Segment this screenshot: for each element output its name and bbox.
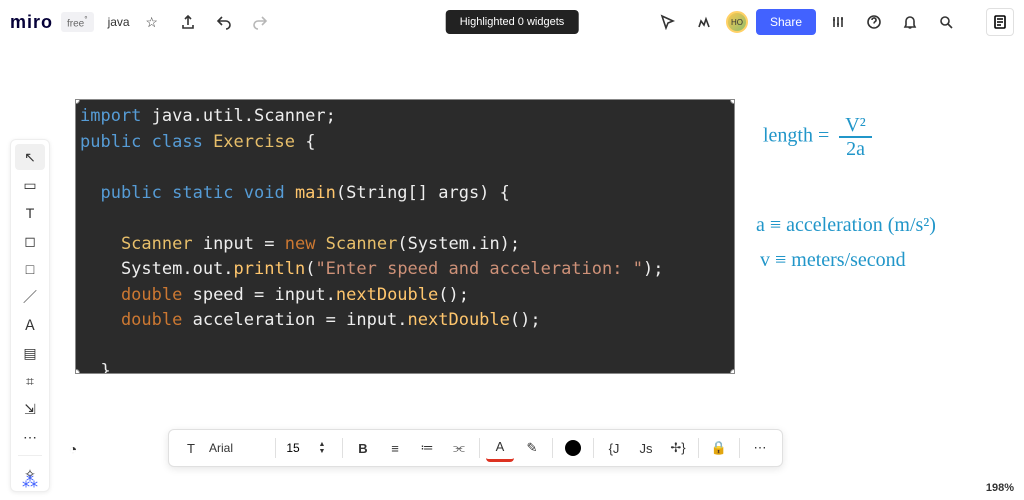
tool-sticky[interactable]: ◻	[15, 228, 45, 254]
fb-list-icon[interactable]: ≔	[413, 434, 441, 462]
tool-frame[interactable]: ⌗	[15, 368, 45, 394]
redo-icon[interactable]	[246, 8, 274, 36]
plan-badge[interactable]: free°	[61, 12, 94, 31]
format-toolbar: T 15 ▲▼ B ≡ ≔ ⫘ A ✎ {J Js ✢} 🔒 ⋯	[168, 429, 783, 467]
fb-code1[interactable]: {J	[600, 434, 628, 462]
bell-icon[interactable]	[896, 8, 924, 36]
tool-shape[interactable]: □	[15, 256, 45, 282]
tool-more[interactable]: ⋯	[15, 424, 45, 450]
board-name[interactable]: java	[108, 15, 130, 29]
fb-size[interactable]: 15	[282, 441, 304, 455]
spinner-icon: ◔	[58, 436, 88, 462]
fb-lock-icon[interactable]: 🔒	[705, 434, 733, 462]
resize-handle-tr[interactable]	[730, 99, 735, 104]
resize-handle-bl[interactable]	[75, 369, 80, 374]
share-button[interactable]: Share	[756, 9, 816, 35]
settings-icon[interactable]	[824, 8, 852, 36]
export-icon[interactable]	[174, 8, 202, 36]
fb-fillcolor[interactable]	[559, 434, 587, 462]
fb-highlight-icon[interactable]: ✎	[518, 434, 546, 462]
resize-handle-br[interactable]	[730, 369, 735, 374]
fb-type-icon[interactable]: T	[177, 434, 205, 462]
fb-size-stepper[interactable]: ▲▼	[308, 434, 336, 462]
fb-link-icon[interactable]: ⫘	[445, 434, 473, 462]
tool-line[interactable]: ／	[15, 284, 45, 310]
notes-panel-icon[interactable]	[986, 8, 1014, 36]
avatar[interactable]: HO	[726, 11, 748, 33]
tool-text[interactable]: T	[15, 200, 45, 226]
search-icon[interactable]	[932, 8, 960, 36]
tool-templates[interactable]: ▭	[15, 172, 45, 198]
star-icon[interactable]: ☆	[138, 8, 166, 36]
help-icon[interactable]	[860, 8, 888, 36]
fb-more-icon[interactable]: ⋯	[746, 434, 774, 462]
fb-bold[interactable]: B	[349, 434, 377, 462]
left-toolbar: ↖ ▭ T ◻ □ ／ Ａ ▤ ⌗ ⇲ ⋯ ✧	[10, 139, 50, 492]
tool-comment[interactable]: ▤	[15, 340, 45, 366]
code-widget[interactable]: import java.util.Scanner; public class E…	[75, 99, 735, 374]
undo-icon[interactable]	[210, 8, 238, 36]
zoom-level[interactable]: 198%	[986, 482, 1014, 494]
handwriting-v: v ≡ meters/second	[760, 249, 906, 272]
resize-handle-tl[interactable]	[75, 99, 80, 104]
fb-code2[interactable]: Js	[632, 434, 660, 462]
miro-logo: miro	[10, 12, 53, 33]
fb-align-icon[interactable]: ≡	[381, 434, 409, 462]
reactions-icon[interactable]	[690, 8, 718, 36]
hint-icon[interactable]: ⁂	[22, 472, 38, 492]
cursor-mode-icon[interactable]	[654, 8, 682, 36]
fb-textcolor[interactable]: A	[486, 434, 514, 462]
tool-upload[interactable]: ⇲	[15, 396, 45, 422]
fb-code3[interactable]: ✢}	[664, 434, 692, 462]
handwriting-equation: length = V²2a	[763, 114, 872, 160]
tool-pen[interactable]: Ａ	[15, 312, 45, 338]
tool-cursor[interactable]: ↖	[15, 144, 45, 170]
handwriting-a: a ≡ acceleration (m/s²)	[756, 214, 936, 237]
notification-toast: Highlighted 0 widgets	[446, 10, 579, 34]
canvas[interactable]: ↖ ▭ T ◻ □ ／ Ａ ▤ ⌗ ⇲ ⋯ ✧ ◔ import java.ut…	[0, 44, 1024, 500]
fb-font-input[interactable]	[209, 441, 269, 455]
